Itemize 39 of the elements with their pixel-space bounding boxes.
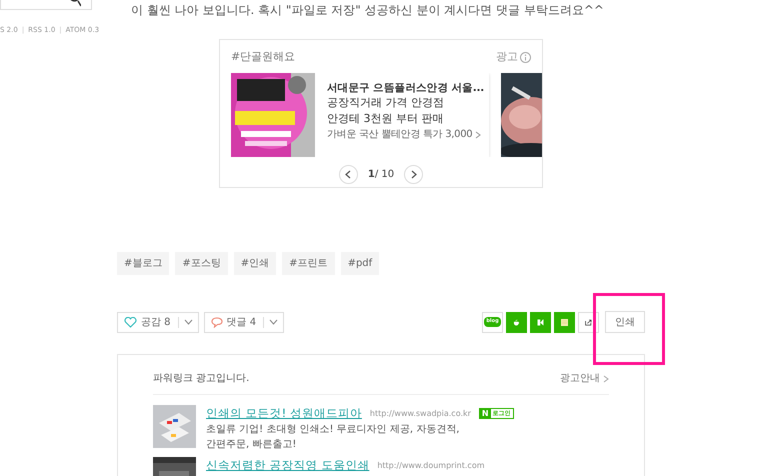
n-mark: N	[480, 409, 491, 418]
like-button[interactable]: 공감 8	[117, 312, 199, 332]
chevron-right-icon	[475, 130, 482, 139]
page-counter: 1/ 10	[368, 168, 394, 182]
comment-icon	[210, 316, 223, 328]
chevron-right-icon	[603, 374, 609, 382]
comment-button[interactable]: 댓글 4	[204, 312, 284, 332]
ad-title-link[interactable]: 신속저렴한 공장직영 도움인쇄	[206, 457, 370, 474]
chevron-right-icon	[410, 170, 417, 178]
ad-hashtag: #단골원해요	[231, 49, 296, 65]
powerlink-title: 파워링크 광고입니다.	[153, 372, 250, 386]
ad-guide-link[interactable]: 광고안내	[560, 371, 609, 386]
ad-item[interactable]: 서대문구 으뜸플러스안경 서울... 공장직거래 가격 안경점 안경테 3천원 부터 판매 가벼운 국산 뿔테안경 특가 3,000	[231, 72, 489, 156]
caret-icon	[269, 319, 278, 325]
caret-icon	[184, 319, 193, 325]
post-text: 이 훨씬 나아 보입니다. 혹시 "파일로 저장" 성공하신 분이 계시다면 댓글 부탁드려요^^	[130, 2, 605, 19]
ad-label: 광고	[496, 49, 518, 65]
tag-link[interactable]: #블로그	[117, 252, 170, 275]
chevron-left-icon	[345, 170, 352, 178]
tag-link[interactable]: #포스팅	[175, 252, 228, 275]
search-icon[interactable]	[69, 0, 81, 7]
ad-title-link[interactable]: 인쇄의 모든것! 성원애드피아	[206, 405, 362, 422]
tag-link[interactable]: #프린트	[282, 252, 335, 275]
ad-description: 초일류 기업! 초대형 인쇄소! 무료디자인 제공, 자동견적, 간편주문, 빠른출고!	[206, 423, 460, 452]
ad-description: 공장직거래 가격 안경점	[327, 95, 445, 111]
tag-link[interactable]: #인쇄	[234, 252, 276, 275]
cafe-share-button[interactable]	[506, 312, 527, 332]
info-icon[interactable]	[520, 52, 531, 63]
ad-link[interactable]: 가벼운 국산 뿔테안경 특가 3,000	[327, 128, 484, 142]
ad-description: 안경테 3천원 부터 판매	[327, 110, 444, 126]
ad-title: 서대문구 으뜸플러스안경 서울...	[327, 80, 484, 96]
ad-url: http://www.doumprint.com	[377, 460, 485, 472]
print-button[interactable]: 인쇄	[605, 311, 645, 333]
story-share-button[interactable]	[530, 312, 551, 332]
previous-button[interactable]	[338, 164, 358, 184]
ad-url: http://www.swadpia.co.kr	[370, 408, 471, 420]
next-button[interactable]	[404, 164, 424, 184]
tag-link[interactable]: #pdf	[340, 252, 380, 275]
heart-icon	[124, 316, 137, 328]
